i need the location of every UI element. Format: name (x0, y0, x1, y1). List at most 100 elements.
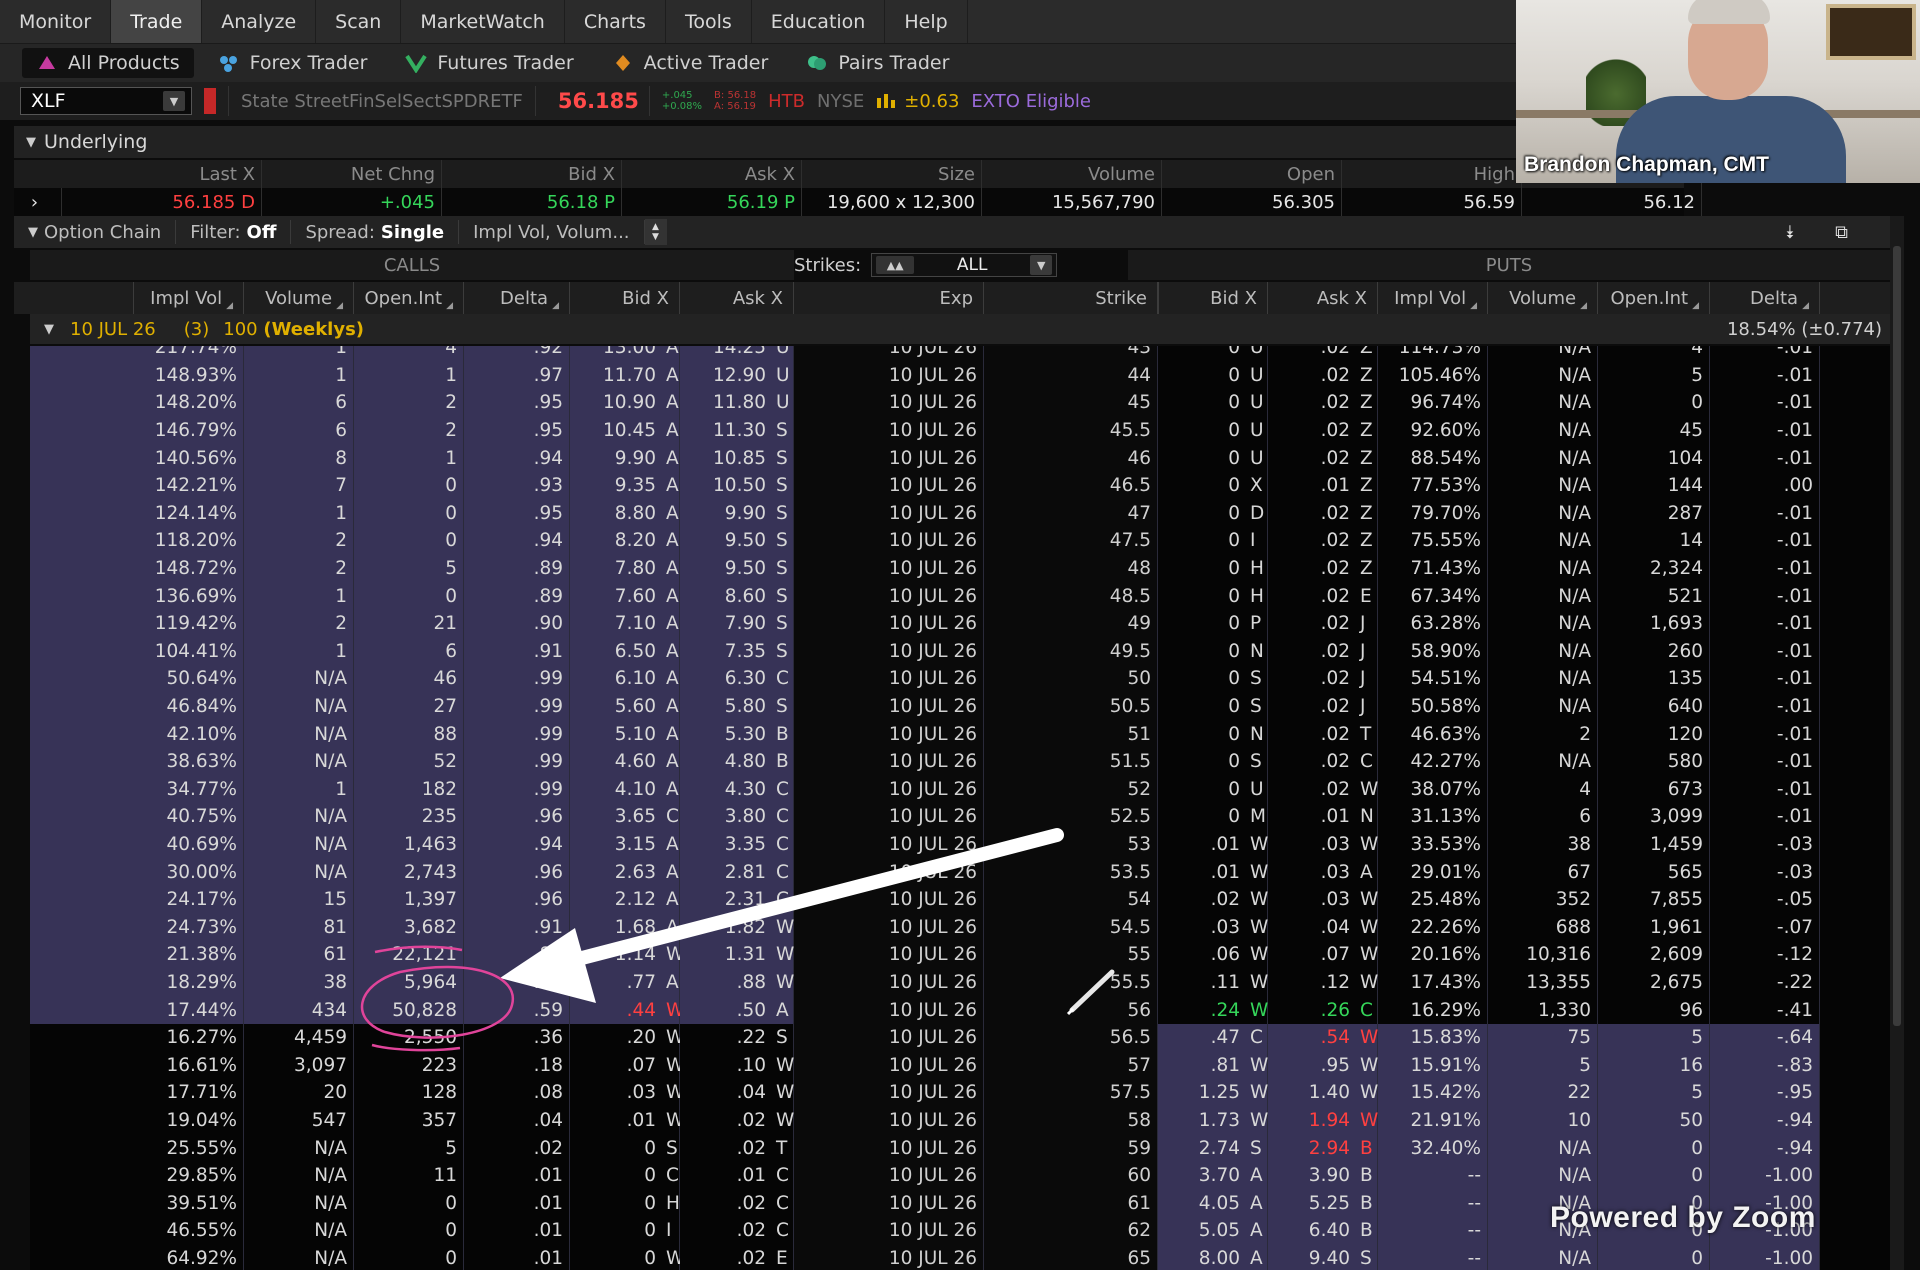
cell-13[interactable]: 3.90 (1268, 1162, 1356, 1190)
table-row[interactable]: 24.73% 81 3,682.91 1.68 A 1.82 W 10 JUL 26 54.5.… (30, 913, 1890, 942)
und-header-last-x[interactable]: Last X (62, 160, 262, 188)
col-header-11[interactable]: Impl Vol ◢ (1378, 282, 1488, 314)
col-header-2[interactable]: Volume ◢ (244, 282, 354, 314)
cell-13[interactable]: 1.40 (1268, 1079, 1356, 1107)
table-row[interactable]: 21.38% 61 22,121.87 1.14 W 1.31 W 10 JUL 26 55.0… (30, 941, 1890, 969)
cell-11[interactable]: 0 (1158, 582, 1246, 610)
table-row[interactable]: 40.75% N/A 235.96 3.65 C 3.80 C 10 JUL 26 52.5 0 M… (30, 803, 1890, 831)
cell-11[interactable]: 1.73 (1158, 1106, 1246, 1135)
und-header-ask-x[interactable]: Ask X (622, 160, 802, 188)
subnav-pairs-trader[interactable]: Pairs Trader (792, 48, 963, 78)
cell-13[interactable]: .02 (1268, 416, 1356, 445)
cell-7[interactable]: 11.30 (680, 416, 772, 445)
cell-7[interactable]: .02 (680, 1106, 772, 1135)
table-row[interactable]: 148.20% 6 2.95 10.90 A 11.80 U 10 JUL 26 45 0 U .02… (30, 389, 1890, 417)
cell-13[interactable]: 6.40 (1268, 1217, 1356, 1245)
cell-11[interactable]: .02 (1158, 886, 1246, 914)
cell-13[interactable]: .02 (1268, 720, 1356, 748)
cell-13[interactable]: 9.40 (1268, 1244, 1356, 1270)
cell-7[interactable]: .02 (680, 1217, 772, 1245)
cell-5[interactable]: 2.12 (570, 886, 662, 914)
cell-7[interactable]: 3.35 (680, 830, 772, 859)
cell-7[interactable]: 9.50 (680, 554, 772, 583)
cell-5[interactable]: 2.63 (570, 858, 662, 886)
cell-7[interactable]: 9.90 (680, 499, 772, 528)
cell-5[interactable]: 4.10 (570, 775, 662, 804)
cell-5[interactable]: 10.90 (570, 389, 662, 417)
cell-13[interactable]: .03 (1268, 858, 1356, 886)
table-row[interactable]: 24.17% 15 1,397.96 2.12 A 2.31 C 10 JUL 26 54.02… (30, 886, 1890, 914)
cell-5[interactable]: 7.60 (570, 582, 662, 610)
collapse-icon[interactable]: ▼ (26, 135, 36, 150)
cell-11[interactable]: .11 (1158, 968, 1246, 997)
cell-5[interactable]: 11.70 (570, 361, 662, 390)
strikes-select[interactable]: ▲▲ ALL ▼ (871, 253, 1058, 277)
symbol-input[interactable]: XLF ▼ (20, 87, 192, 115)
cell-13[interactable]: .02 (1268, 637, 1356, 666)
col-header-13[interactable]: Open.Int ◢ (1598, 282, 1710, 314)
cell-11[interactable]: 0 (1158, 346, 1246, 362)
cell-13[interactable]: .02 (1268, 527, 1356, 555)
col-header-10[interactable]: Ask X (1268, 282, 1378, 314)
cell-11[interactable]: 8.00 (1158, 1244, 1246, 1270)
subnav-active-trader[interactable]: Active Trader (598, 48, 783, 78)
table-row[interactable]: 148.93% 1 1.97 11.70 A 12.90 U 10 JUL 26 44 0 U .02… (30, 361, 1890, 390)
table-row[interactable]: 17.44% 434 50,828.59.44 W .50 A 10 JUL 26 56.24… (30, 996, 1890, 1024)
cell-5[interactable]: .07 (570, 1051, 662, 1080)
cell-5[interactable]: 8.80 (570, 499, 662, 528)
cell-11[interactable]: .01 (1158, 858, 1246, 886)
cell-7[interactable]: 2.31 (680, 886, 772, 914)
cell-11[interactable]: 0 (1158, 527, 1246, 555)
cell-5[interactable]: 10.45 (570, 416, 662, 445)
sort-icon[interactable]: ◢ (446, 301, 453, 311)
menu-monitor[interactable]: Monitor (0, 0, 112, 43)
cell-11[interactable]: .24 (1158, 996, 1246, 1024)
col-header-1[interactable]: Impl Vol ◢ (134, 282, 244, 314)
cell-7[interactable]: 4.30 (680, 775, 772, 804)
cell-7[interactable]: 12.90 (680, 361, 772, 390)
cell-13[interactable]: .02 (1268, 499, 1356, 528)
menu-marketwatch[interactable]: MarketWatch (401, 0, 565, 43)
cell-5[interactable]: 1.68 (570, 913, 662, 942)
table-row[interactable]: 119.42% 2 21.90 7.10 A 7.90 S 10 JUL 26 49 0 P .02 J… (30, 610, 1890, 638)
cell-7[interactable]: .02 (680, 1134, 772, 1162)
col-header-7[interactable]: Exp (794, 282, 984, 314)
cell-7[interactable]: .02 (680, 1244, 772, 1270)
cell-5[interactable]: 7.10 (570, 610, 662, 638)
und-header-open[interactable]: Open (1162, 160, 1342, 188)
cell-7[interactable]: .10 (680, 1051, 772, 1080)
und-header-volume[interactable]: Volume (982, 160, 1162, 188)
menu-education[interactable]: Education (752, 0, 886, 43)
table-row[interactable]: 42.10% N/A 88.99 5.10 A 5.30 B 10 JUL 26 51 0 N .02… (30, 720, 1890, 748)
table-row[interactable]: 46.84% N/A 27.99 5.60 A 5.80 S 10 JUL 26 50.5 0 S.… (30, 692, 1890, 721)
table-row[interactable]: 40.69% N/A 1,463.94 3.15 A 3.35 C 10 JUL 26 53.0… (30, 830, 1890, 859)
cell-13[interactable]: .02 (1268, 554, 1356, 583)
cell-13[interactable]: .95 (1268, 1051, 1356, 1080)
cell-11[interactable]: .06 (1158, 941, 1246, 969)
table-row[interactable]: 25.55% N/A 5.02 0 S .02 T 10 JUL 26 59 2.74 S 2.94 B… (30, 1134, 1890, 1162)
cell-5[interactable]: 9.35 (570, 472, 662, 500)
cell-5[interactable]: 8.20 (570, 527, 662, 555)
cell-13[interactable]: .01 (1268, 472, 1356, 500)
cell-11[interactable]: 0 (1158, 389, 1246, 417)
cell-13[interactable]: .02 (1268, 389, 1356, 417)
cell-7[interactable]: .02 (680, 1189, 772, 1218)
table-row[interactable]: 17.71% 20 128.08.03 W .04 W 10 JUL 26 57.5 1.25 W… (30, 1079, 1890, 1107)
cell-13[interactable]: .02 (1268, 665, 1356, 693)
strikes-icon[interactable]: ▲▲ (876, 256, 915, 274)
col-header-3[interactable]: Open.Int ◢ (354, 282, 464, 314)
cell-5[interactable]: 0 (570, 1162, 662, 1190)
cell-7[interactable]: .01 (680, 1162, 772, 1190)
cell-5[interactable]: 6.10 (570, 665, 662, 693)
table-row[interactable]: 124.14% 1 0.95 8.80 A 9.90 S 10 JUL 26 47 0 D .02 Z 7… (30, 499, 1890, 528)
menu-trade[interactable]: Trade (111, 0, 203, 43)
cell-5[interactable]: .01 (570, 1106, 662, 1135)
cell-13[interactable]: 1.94 (1268, 1106, 1356, 1135)
sort-icon[interactable]: ◢ (226, 301, 233, 311)
table-row[interactable]: 118.20% 2 0.94 8.20 A 9.50 S 10 JUL 26 47.5 0 I .02… (30, 527, 1890, 555)
cell-7[interactable]: .88 (680, 968, 772, 997)
cell-13[interactable]: .02 (1268, 692, 1356, 721)
cell-13[interactable]: .54 (1268, 1024, 1356, 1052)
menu-help[interactable]: Help (885, 0, 968, 43)
subnav-all-products[interactable]: All Products (22, 48, 194, 78)
